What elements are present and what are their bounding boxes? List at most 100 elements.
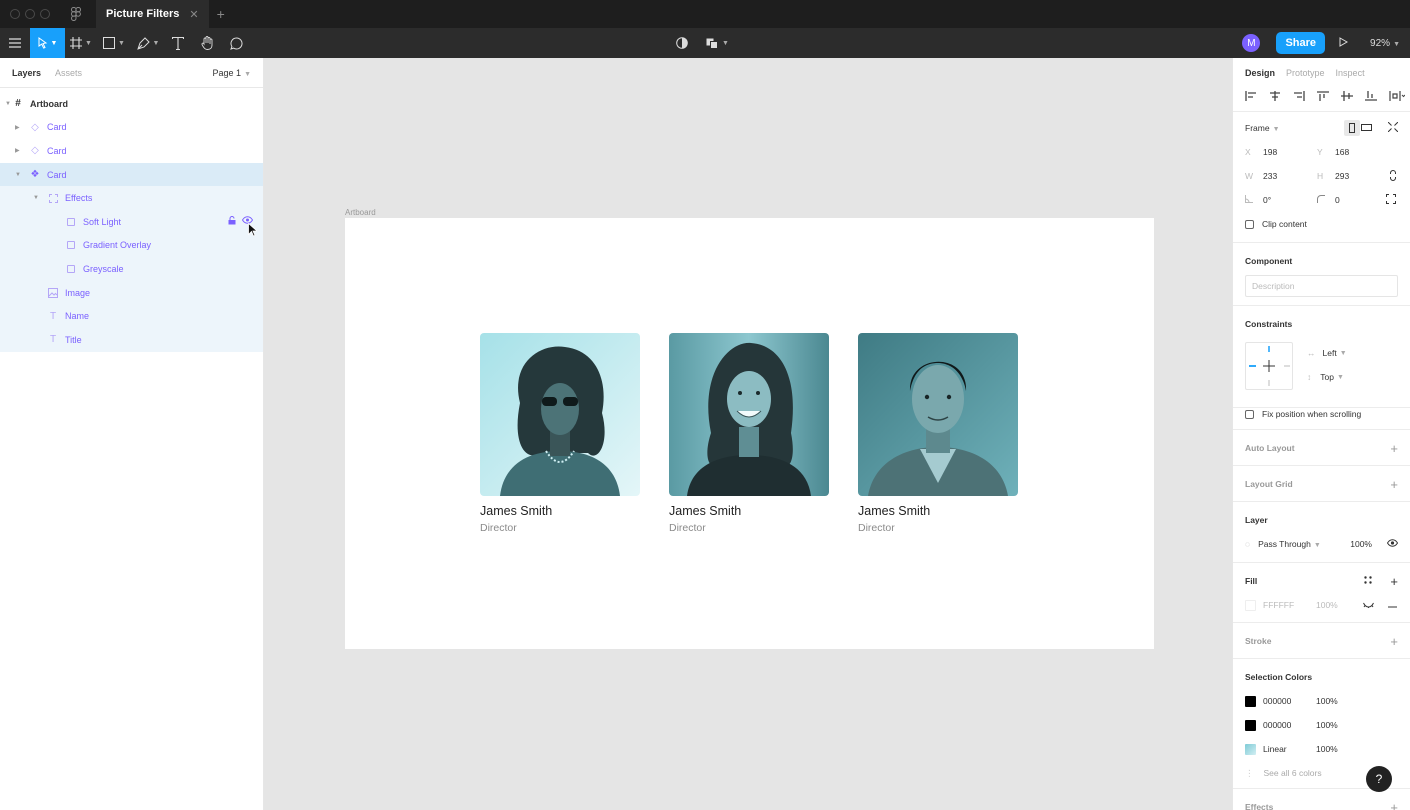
- card-photo[interactable]: [858, 333, 1018, 496]
- new-tab-icon[interactable]: +: [217, 6, 225, 22]
- height-input[interactable]: 293: [1335, 171, 1389, 181]
- width-input[interactable]: 233: [1263, 171, 1317, 181]
- add-stroke-icon[interactable]: +: [1390, 634, 1398, 649]
- tab-assets[interactable]: Assets: [55, 68, 82, 78]
- remove-fill-icon[interactable]: [1388, 600, 1397, 610]
- portrait-icon[interactable]: [1344, 120, 1360, 136]
- color-value[interactable]: 000000: [1263, 696, 1316, 706]
- frame-tool-button[interactable]: ▼: [65, 28, 97, 58]
- expand-arrow-icon[interactable]: ▼: [5, 101, 11, 107]
- contrast-toggle-icon[interactable]: [676, 28, 688, 58]
- artboard[interactable]: James Smith Director James Smith Directo…: [345, 218, 1154, 649]
- card-photo[interactable]: [480, 333, 640, 496]
- collapse-arrow-icon[interactable]: ▶: [15, 147, 20, 154]
- artboard-label[interactable]: Artboard: [345, 208, 376, 217]
- move-tool-button[interactable]: ▼: [30, 28, 65, 58]
- blend-mode-dropdown[interactable]: Pass Through ▼: [1258, 539, 1321, 549]
- fill-hidden-eye-icon[interactable]: [1363, 600, 1374, 610]
- layer-card[interactable]: ▶ ◇ Card: [0, 116, 263, 140]
- horizontal-constraint-dropdown[interactable]: ↔ Left ▼: [1307, 348, 1347, 358]
- share-button[interactable]: Share: [1276, 32, 1326, 54]
- align-bottom-icon[interactable]: [1365, 91, 1377, 104]
- card-photo[interactable]: [669, 333, 829, 496]
- layer-card-selected[interactable]: ▼ ❖ Card: [0, 162, 263, 187]
- card-name[interactable]: James Smith: [480, 504, 640, 518]
- layer-effects-group[interactable]: ▼ Effects: [0, 186, 263, 210]
- tab-inspect[interactable]: Inspect: [1336, 68, 1365, 78]
- comment-tool-button[interactable]: [223, 28, 249, 58]
- card-title[interactable]: Director: [858, 522, 1018, 534]
- layer-artboard[interactable]: ▼ # Artboard: [0, 92, 263, 116]
- color-opacity[interactable]: 100%: [1316, 696, 1338, 706]
- tab-prototype[interactable]: Prototype: [1286, 68, 1325, 78]
- fill-hex-input[interactable]: FFFFFF: [1263, 600, 1316, 610]
- tab-layers[interactable]: Layers: [12, 68, 41, 78]
- card[interactable]: James Smith Director: [480, 333, 640, 534]
- boolean-ops-button[interactable]: ▼: [706, 28, 729, 58]
- layer-title-text[interactable]: T Title: [0, 327, 263, 352]
- layer-image[interactable]: Image: [0, 280, 263, 305]
- fill-styles-icon[interactable]: [1364, 576, 1372, 586]
- color-swatch[interactable]: [1245, 695, 1256, 707]
- avatar[interactable]: M: [1242, 34, 1261, 52]
- align-left-icon[interactable]: [1245, 91, 1257, 104]
- tab-design[interactable]: Design: [1245, 68, 1275, 78]
- collapse-arrow-icon[interactable]: ▶: [15, 124, 20, 131]
- card-title[interactable]: Director: [669, 522, 829, 534]
- clip-content-checkbox[interactable]: [1245, 219, 1254, 229]
- maximize-window-button[interactable]: [40, 9, 50, 19]
- layer-card[interactable]: ▶ ◇ Card: [0, 139, 263, 163]
- color-value[interactable]: 000000: [1263, 720, 1316, 730]
- align-top-icon[interactable]: [1317, 91, 1329, 104]
- pen-tool-button[interactable]: ▼: [131, 28, 165, 58]
- see-all-colors-link[interactable]: See all 6 colors: [1264, 768, 1322, 778]
- add-layout-grid-icon[interactable]: +: [1390, 477, 1398, 492]
- constraints-widget[interactable]: [1245, 342, 1293, 390]
- layer-gradient-overlay[interactable]: Gradient Overlay: [0, 233, 263, 258]
- expand-arrow-icon[interactable]: ▼: [33, 195, 39, 201]
- lock-icon[interactable]: [228, 216, 236, 227]
- present-play-icon[interactable]: [1339, 36, 1349, 50]
- resize-to-fit-icon[interactable]: [1387, 121, 1399, 134]
- fill-opacity-input[interactable]: 100%: [1316, 600, 1338, 610]
- zoom-dropdown[interactable]: 92% ▼: [1370, 38, 1400, 49]
- expand-arrow-icon[interactable]: ▼: [15, 172, 21, 178]
- color-value[interactable]: Linear: [1263, 744, 1316, 754]
- add-effect-icon[interactable]: +: [1390, 800, 1398, 810]
- card[interactable]: James Smith Director: [669, 333, 829, 534]
- help-button[interactable]: ?: [1366, 766, 1392, 792]
- vertical-constraint-dropdown[interactable]: ↕ Top ▼: [1307, 372, 1344, 382]
- card-name[interactable]: James Smith: [669, 504, 829, 518]
- gradient-swatch[interactable]: [1245, 743, 1256, 755]
- close-window-button[interactable]: [10, 9, 20, 19]
- color-swatch[interactable]: [1245, 719, 1256, 731]
- selection-color-row[interactable]: Linear 100%: [1233, 737, 1410, 761]
- card[interactable]: James Smith Director: [858, 333, 1018, 534]
- figma-logo-icon[interactable]: [70, 7, 82, 21]
- card-name[interactable]: James Smith: [858, 504, 1018, 518]
- layer-greyscale[interactable]: Greyscale: [0, 257, 263, 281]
- selection-color-row[interactable]: 000000 100%: [1233, 689, 1410, 713]
- text-tool-button[interactable]: [165, 28, 191, 58]
- align-horizontal-center-icon[interactable]: [1269, 91, 1281, 104]
- layer-name-text[interactable]: T Name: [0, 304, 263, 328]
- layer-soft-light[interactable]: Soft Light: [0, 209, 263, 234]
- corner-radius-input[interactable]: 0: [1335, 195, 1389, 205]
- distribute-icon[interactable]: [1389, 91, 1406, 104]
- rotation-input[interactable]: 0°: [1263, 195, 1317, 205]
- page-selector[interactable]: Page 1 ▼: [213, 68, 251, 78]
- align-right-icon[interactable]: [1293, 91, 1305, 104]
- landscape-icon[interactable]: [1361, 123, 1372, 133]
- main-menu-icon[interactable]: [0, 28, 30, 58]
- canvas[interactable]: Artboard James Smith Director James Smit…: [265, 58, 1232, 810]
- fix-position-checkbox[interactable]: [1245, 409, 1254, 419]
- add-fill-icon[interactable]: +: [1390, 574, 1398, 589]
- align-vertical-center-icon[interactable]: [1341, 91, 1353, 104]
- layer-opacity-input[interactable]: 100%: [1350, 539, 1372, 549]
- close-tab-icon[interactable]: ✕: [189, 8, 198, 21]
- add-auto-layout-icon[interactable]: +: [1390, 441, 1398, 456]
- minimize-window-button[interactable]: [25, 9, 35, 19]
- independent-corners-icon[interactable]: [1386, 194, 1396, 206]
- selection-color-row[interactable]: 000000 100%: [1233, 713, 1410, 737]
- component-description-input[interactable]: Description: [1245, 275, 1398, 297]
